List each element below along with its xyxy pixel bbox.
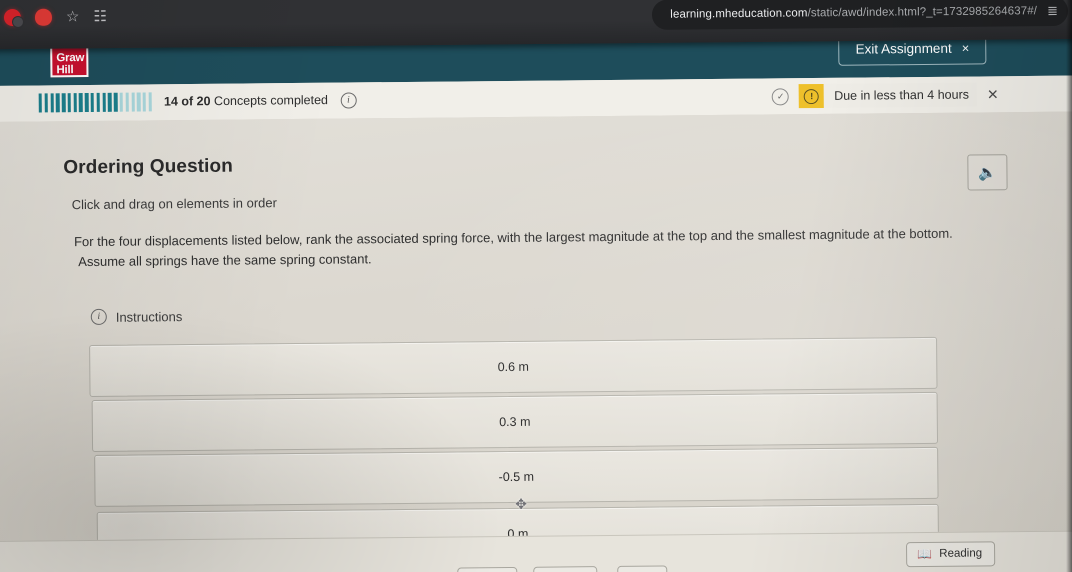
logo-line-3: Hill — [56, 64, 74, 77]
question-body: For the four displacements listed below,… — [74, 224, 954, 272]
progress-label: 14 of 20 Concepts completed i — [163, 91, 357, 110]
progress-tick — [44, 93, 49, 113]
progress-tick — [119, 92, 124, 112]
info-icon: i — [90, 308, 107, 325]
exit-assignment-label: Exit Assignment — [855, 40, 952, 57]
instructions-toggle[interactable]: i Instructions — [90, 308, 183, 325]
progress-tick — [73, 93, 77, 113]
progress-tick — [148, 92, 153, 112]
ordering-list: 0.6 m 0.3 m -0.5 m ✥ 0 m — [89, 336, 940, 566]
speaker-icon[interactable]: 🔈 — [967, 154, 1008, 191]
progress-tick — [142, 92, 147, 112]
progress-tick — [90, 92, 95, 112]
progress-tick — [50, 93, 54, 113]
ordering-item-label: 0.6 m — [497, 359, 529, 375]
progress-tick — [67, 93, 72, 113]
url-host: learning.mheducation.com — [670, 7, 808, 21]
progress-tick — [55, 93, 60, 113]
notification-badge-icon[interactable] — [3, 8, 22, 27]
due-label: Due in less than 4 hours — [834, 87, 970, 103]
screen-photo: Mc Graw Hill Exit Assignment × 14 of 20 … — [0, 0, 1072, 572]
progress-tick — [113, 92, 118, 112]
url-text: learning.mheducation.com/static/awd/inde… — [670, 5, 1037, 21]
bottom-button-stub-3[interactable] — [617, 565, 668, 572]
progress-tick — [96, 92, 101, 112]
progress-tick — [136, 92, 141, 112]
progress-tick — [108, 92, 112, 112]
screen-right-edge — [1066, 0, 1072, 572]
ordering-item-label: -0.5 m — [498, 469, 535, 485]
progress-tick — [79, 93, 83, 113]
sliders-icon[interactable]: ≣ — [1047, 3, 1058, 19]
logo-line-2: Graw — [56, 51, 85, 64]
progress-suffix: Concepts completed — [213, 92, 329, 108]
progress-bars — [38, 92, 153, 113]
due-alert: ! Due in less than 4 hours — [799, 82, 978, 109]
page-title: Ordering Question — [63, 155, 234, 179]
address-bar[interactable]: learning.mheducation.com/static/awd/inde… — [651, 0, 1069, 30]
web-page: Mc Graw Hill Exit Assignment × 14 of 20 … — [0, 15, 1072, 572]
star-icon[interactable]: ☆ — [66, 8, 80, 25]
url-path: /static/awd/index.html?_t=1732985264637#… — [807, 5, 1038, 20]
due-group: ✓ ! Due in less than 4 hours ✕ — [772, 82, 1007, 109]
reading-label: Reading — [939, 547, 983, 560]
dismiss-due-icon[interactable]: ✕ — [987, 86, 1007, 103]
close-icon: × — [961, 40, 970, 56]
progress-tick — [38, 93, 43, 113]
notification-badge-icon-2[interactable] — [34, 8, 53, 26]
extensions-icon[interactable]: ☷ — [93, 8, 107, 25]
move-cursor: ✥ — [515, 495, 528, 512]
bottom-button-stub-2[interactable] — [533, 566, 598, 572]
question-subtitle: Click and drag on elements in order — [71, 195, 278, 213]
info-icon[interactable]: i — [340, 91, 357, 109]
progress-tick — [102, 92, 106, 112]
ordering-item[interactable]: 0.6 m — [89, 336, 938, 398]
question-body-line-2: Assume all springs have the same spring … — [78, 251, 372, 270]
progress-count: 14 of 20 — [163, 93, 211, 109]
question-content: Ordering Question 🔈 Click and drag on el… — [0, 111, 1072, 572]
progress-tick — [61, 93, 66, 113]
ordering-item-label: 0.3 m — [499, 414, 531, 430]
progress-tick — [131, 92, 135, 112]
progress-tick — [125, 92, 129, 112]
check-circle-icon: ✓ — [772, 87, 790, 105]
book-icon: 📖 — [917, 546, 933, 562]
warning-icon: ! — [799, 83, 825, 109]
progress-group: 14 of 20 Concepts completed i — [38, 90, 357, 113]
progress-tick — [84, 93, 89, 113]
bottom-button-stub-1[interactable] — [457, 566, 518, 572]
browser-left-icons: ☆ ☷ — [3, 8, 107, 27]
ordering-item[interactable]: 0.3 m — [91, 391, 939, 452]
instructions-label: Instructions — [115, 308, 183, 325]
reading-button[interactable]: 📖 Reading — [906, 541, 996, 568]
